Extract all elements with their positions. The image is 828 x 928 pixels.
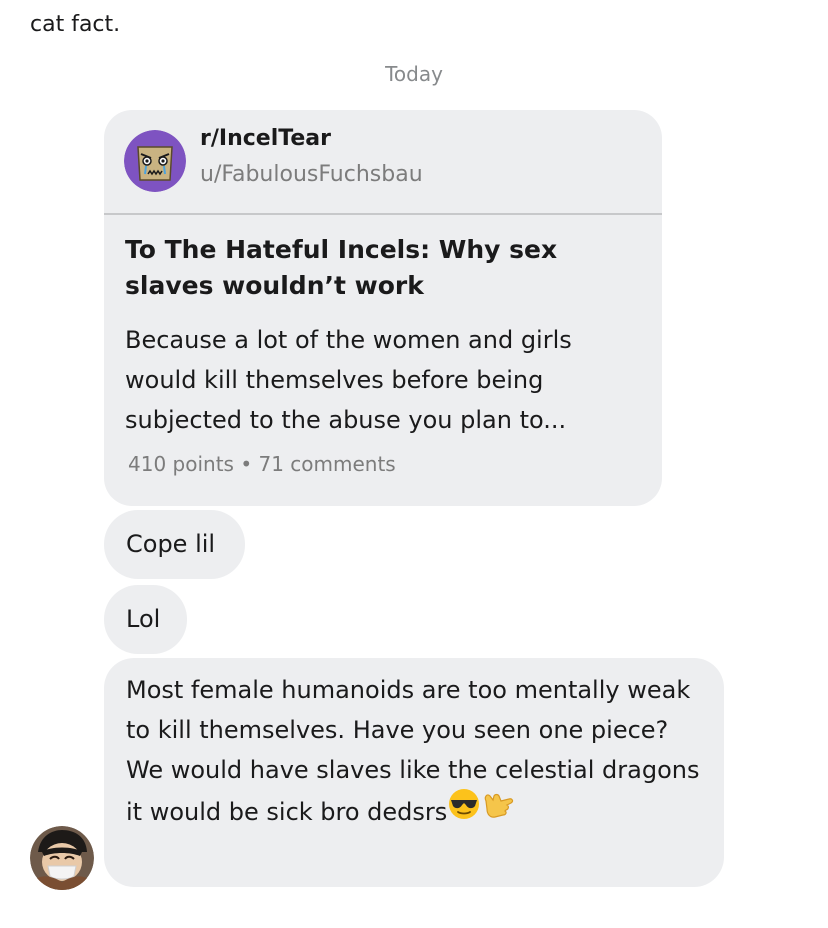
post-points: 410 points bbox=[128, 452, 234, 476]
shared-post-header: r/IncelTear u/FabulousFuchsbau bbox=[104, 110, 662, 215]
message-text: Lol bbox=[126, 605, 161, 633]
post-comment-count: 71 comments bbox=[258, 452, 396, 476]
date-separator: Today bbox=[385, 62, 443, 86]
post-stats: 410 points • 71 comments bbox=[128, 452, 396, 476]
previous-message-tail: cat fact. bbox=[30, 12, 121, 37]
message-bubble[interactable]: Most female humanoids are too mentally w… bbox=[104, 658, 724, 887]
post-author-link[interactable]: u/FabulousFuchsbau bbox=[200, 162, 423, 187]
message-text: Most female humanoids are too mentally w… bbox=[126, 676, 700, 826]
post-title[interactable]: To The Hateful Incels: Why sex slaves wo… bbox=[125, 232, 650, 304]
meta-separator: • bbox=[240, 452, 253, 476]
call-me-hand-emoji bbox=[481, 787, 517, 833]
message-text: Cope lil bbox=[126, 530, 216, 558]
subreddit-name-link[interactable]: r/IncelTear bbox=[200, 126, 331, 151]
sunglasses-emoji bbox=[447, 787, 481, 833]
user-avatar-icon[interactable] bbox=[30, 826, 94, 890]
shared-post-card[interactable]: r/IncelTear u/FabulousFuchsbau To The Ha… bbox=[104, 110, 662, 506]
post-body-preview: Because a lot of the women and girls wou… bbox=[125, 326, 572, 434]
message-bubble[interactable]: Cope lil bbox=[104, 510, 245, 579]
subreddit-avatar-icon[interactable] bbox=[124, 130, 186, 192]
message-bubble[interactable]: Lol bbox=[104, 585, 187, 654]
